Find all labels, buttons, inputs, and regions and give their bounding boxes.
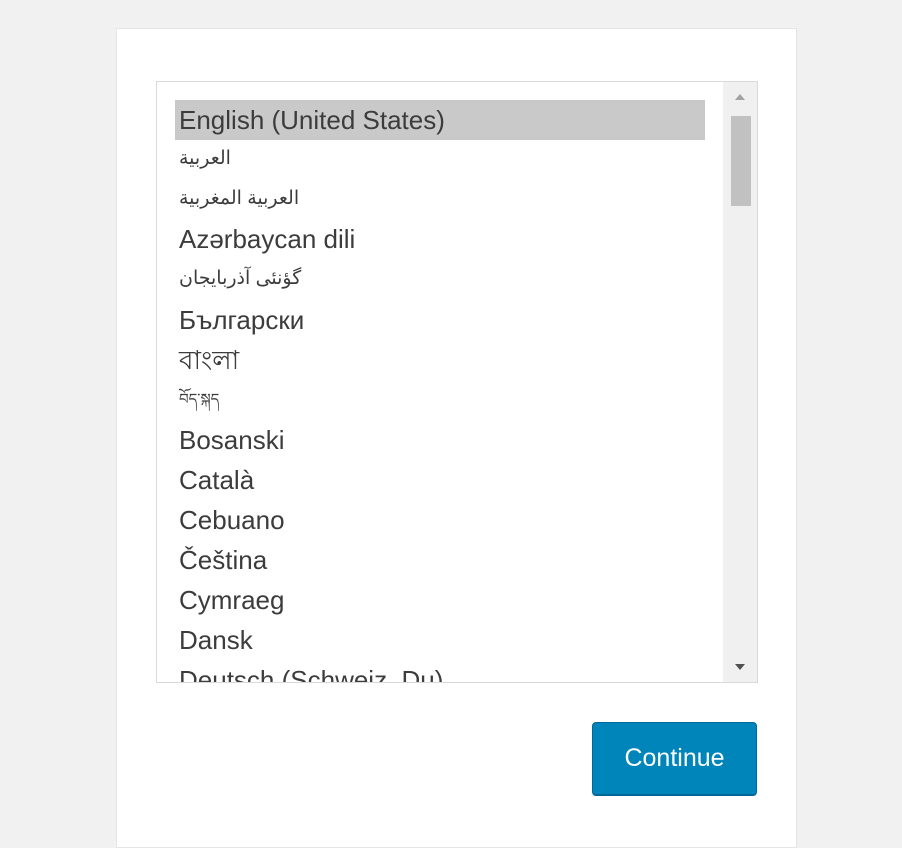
language-option-bs[interactable]: Bosanski <box>175 420 705 460</box>
language-option-da[interactable]: Dansk <box>175 620 705 660</box>
triangle-up-icon[interactable] <box>723 82 757 112</box>
language-option-ary[interactable]: العربية المغربية <box>175 179 705 219</box>
language-option-azb[interactable]: گؤنئی آذربایجان <box>175 259 705 299</box>
language-option-cy[interactable]: Cymraeg <box>175 580 705 620</box>
list-scrollbar[interactable] <box>723 82 757 682</box>
language-option-ca[interactable]: Català <box>175 460 705 500</box>
language-option-bo[interactable]: བོད་སྐད <box>175 380 705 420</box>
language-option-az[interactable]: Azərbaycan dili <box>175 219 705 259</box>
scrollbar-thumb[interactable] <box>731 116 751 206</box>
language-option-bg[interactable]: Български <box>175 300 705 340</box>
language-listbox[interactable]: English (United States) العربية العربية … <box>156 81 758 683</box>
language-option-de-ch-informal[interactable]: Deutsch (Schweiz, Du) <box>175 660 705 682</box>
language-list: English (United States) العربية العربية … <box>157 82 722 682</box>
continue-button[interactable]: Continue <box>592 722 757 796</box>
language-option-en-us[interactable]: English (United States) <box>175 100 705 140</box>
language-option-cs[interactable]: Čeština <box>175 540 705 580</box>
language-option-bn[interactable]: বাংলা <box>175 340 705 380</box>
triangle-down-icon[interactable] <box>723 652 757 682</box>
language-option-ceb[interactable]: Cebuano <box>175 500 705 540</box>
language-option-ar[interactable]: العربية <box>175 139 705 179</box>
